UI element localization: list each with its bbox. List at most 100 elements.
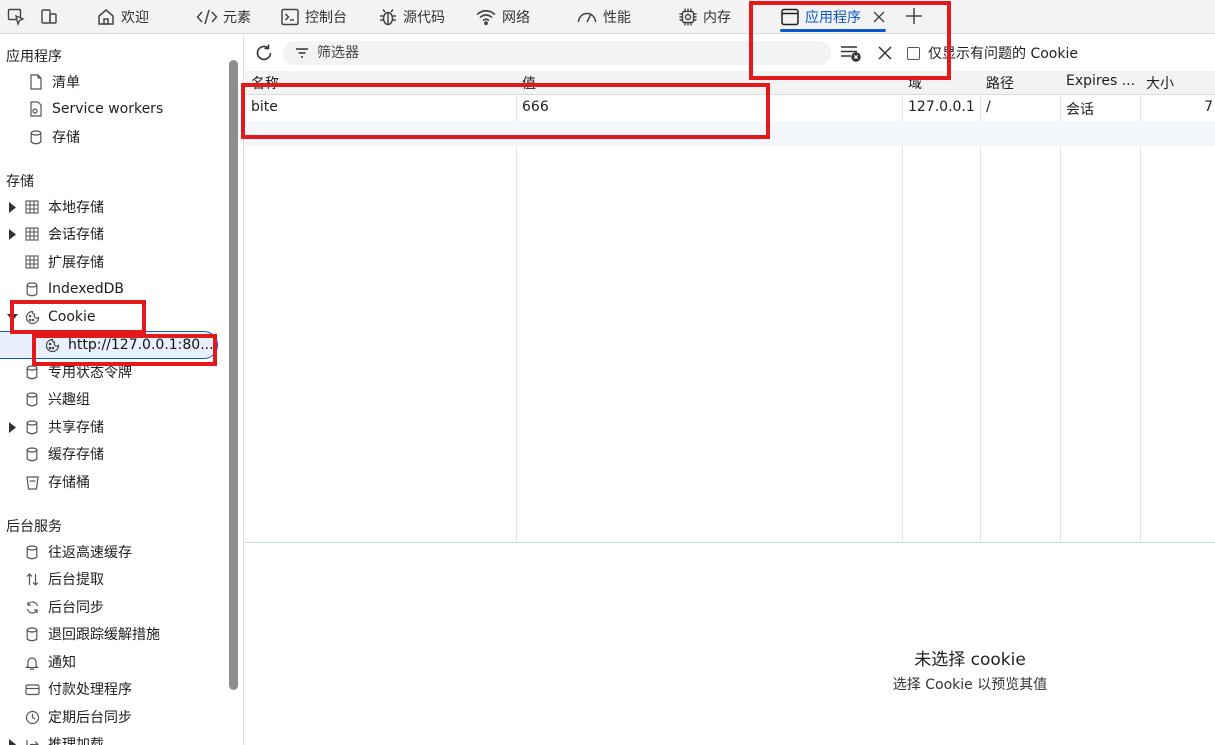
column-header-value[interactable]: 值 (522, 73, 536, 93)
cookie-icon (44, 337, 60, 353)
sidebar-scrollbar[interactable] (229, 60, 238, 690)
tab-label: 欢迎 (121, 10, 149, 26)
close-tab-icon[interactable] (872, 10, 886, 24)
column-header-size[interactable]: 大小 (1146, 73, 1174, 93)
inspect-element-icon[interactable] (5, 6, 27, 28)
cell-expires: 会话 (1066, 102, 1094, 118)
column-header-name[interactable]: 名称 (251, 73, 279, 93)
sidebar-item-background-sync[interactable]: 后台同步 (6, 594, 104, 620)
tab-welcome[interactable]: 欢迎 (96, 0, 149, 34)
tab-label: 源代码 (403, 10, 445, 26)
sidebar-item-back-forward-cache[interactable]: 往返高速缓存 (6, 539, 132, 565)
code-icon (196, 9, 218, 25)
preview-subtitle: 选择 Cookie 以预览其值 (892, 677, 1048, 693)
grid-icon (24, 226, 40, 242)
sidebar-item-background-fetch[interactable]: 后台提取 (6, 566, 104, 592)
sidebar-item-cache-storage[interactable]: 缓存存储 (6, 441, 104, 467)
sidebar-item-indexeddb[interactable]: IndexedDB (6, 276, 124, 302)
tab-application[interactable]: 应用程序 (780, 0, 886, 34)
database-icon (24, 281, 40, 297)
sidebar-item-interest-groups[interactable]: 兴趣组 (6, 386, 90, 412)
wifi-icon (476, 9, 496, 26)
sidebar-item-periodic-sync[interactable]: 定期后台同步 (6, 704, 132, 730)
expand-arrow-icon[interactable] (6, 201, 18, 213)
column-header-domain[interactable]: 域 (908, 73, 922, 93)
clear-all-icon (841, 46, 861, 62)
sidebar-item-label: 专用状态令牌 (48, 365, 132, 381)
preview-title: 未选择 cookie (914, 650, 1026, 670)
sidebar-item-manifest[interactable]: 清单 (10, 69, 80, 95)
device-toolbar-icon[interactable] (38, 6, 60, 28)
sidebar-item-private-state-tokens[interactable]: 专用状态令牌 (6, 359, 132, 385)
sidebar-item-label: 推理加载 (48, 737, 104, 745)
sidebar-item-label: http://127.0.0.1:80... (68, 337, 214, 353)
sync-icon (24, 599, 40, 615)
tab-performance[interactable]: 性能 (576, 0, 631, 34)
sidebar-item-label: 本地存储 (48, 200, 104, 216)
sidebar-item-payment-handler[interactable]: 付款处理程序 (6, 676, 132, 702)
sidebar-item-label: Service workers (52, 101, 164, 117)
issues-only-checkbox[interactable]: 仅显示有问题的 Cookie (907, 43, 1078, 63)
tab-label: 性能 (603, 10, 631, 26)
sidebar-item-service-workers[interactable]: Service workers (10, 96, 163, 122)
grid-icon (24, 199, 40, 215)
tab-label: 内存 (703, 10, 731, 26)
tab-label: 控制台 (305, 10, 347, 26)
tab-sources[interactable]: 源代码 (378, 0, 445, 34)
terminal-icon (281, 8, 299, 26)
tab-label: 元素 (223, 10, 251, 26)
expand-arrow-icon[interactable] (6, 228, 18, 240)
section-title-application: 应用程序 (6, 49, 62, 65)
sidebar-item-extension-storage[interactable]: 扩展存储 (6, 249, 104, 275)
bucket-icon (24, 474, 40, 490)
tab-console[interactable]: 控制台 (280, 0, 347, 34)
table-row[interactable]: bite 666 127.0.0.1 / 会话 7 (245, 96, 1215, 121)
collapse-arrow-icon[interactable] (6, 313, 18, 322)
clear-all-cookies-button[interactable] (840, 43, 862, 63)
filter-box[interactable] (283, 41, 831, 65)
sidebar-item-label: 往返高速缓存 (48, 545, 132, 561)
sidebar-item-label: 存储桶 (48, 475, 90, 491)
sidebar-item-shared-storage[interactable]: 共享存储 (6, 414, 104, 440)
sidebar-item-cookies[interactable]: Cookie (6, 304, 96, 330)
column-header-path[interactable]: 路径 (986, 73, 1014, 93)
sidebar-item-label: 退回跟踪缓解措施 (48, 627, 160, 643)
arrow-right-icon (24, 736, 40, 745)
sidebar-item-label: 清单 (52, 75, 80, 91)
tab-network[interactable]: 网络 (475, 0, 530, 34)
section-title-storage: 存储 (6, 174, 34, 190)
file-icon (28, 74, 44, 90)
sidebar-item-label: 定期后台同步 (48, 710, 132, 726)
tab-label: 应用程序 (805, 10, 861, 26)
table-header: 名称 值 域 路径 Expires ... 大小 (245, 71, 1215, 95)
sidebar-item-bounce-tracking[interactable]: 退回跟踪缓解措施 (6, 621, 160, 647)
card-icon (24, 681, 40, 697)
sidebar-item-storage-buckets[interactable]: 存储桶 (6, 469, 90, 495)
cell-size: 7 (1204, 99, 1213, 115)
sidebar-item-label: 通知 (48, 655, 76, 671)
sidebar-item-label: IndexedDB (48, 281, 124, 297)
tab-elements[interactable]: 元素 (196, 0, 251, 34)
sidebar-item-local-storage[interactable]: 本地存储 (6, 194, 104, 220)
sidebar-item-session-storage[interactable]: 会话存储 (6, 221, 104, 247)
add-tab-button[interactable] (902, 4, 926, 28)
sidebar-item-notifications[interactable]: 通知 (6, 649, 76, 675)
close-icon (878, 46, 892, 60)
sidebar-item-speculative-loads[interactable]: 推理加载 (6, 731, 104, 745)
arrows-updown-icon (24, 571, 40, 587)
sidebar-item-cookie-origin[interactable]: http://127.0.0.1:80... (44, 332, 214, 358)
home-icon (98, 9, 114, 25)
sidebar-item-storage[interactable]: 存储 (10, 124, 80, 150)
checkbox-box[interactable] (907, 46, 920, 60)
filter-input[interactable] (317, 45, 797, 61)
column-header-expires[interactable]: Expires ... (1066, 73, 1135, 89)
delete-selected-button[interactable] (875, 43, 895, 63)
sidebar-item-label: 兴趣组 (48, 392, 90, 408)
tab-memory[interactable]: 内存 (678, 0, 731, 34)
cookie-table: 名称 值 域 路径 Expires ... 大小 bite 666 127.0.… (245, 71, 1215, 543)
refresh-button[interactable] (253, 42, 275, 64)
sidebar-item-label: 后台提取 (48, 572, 104, 588)
gauge-icon (577, 12, 597, 23)
expand-arrow-icon[interactable] (6, 421, 18, 433)
expand-arrow-icon[interactable] (6, 738, 18, 745)
